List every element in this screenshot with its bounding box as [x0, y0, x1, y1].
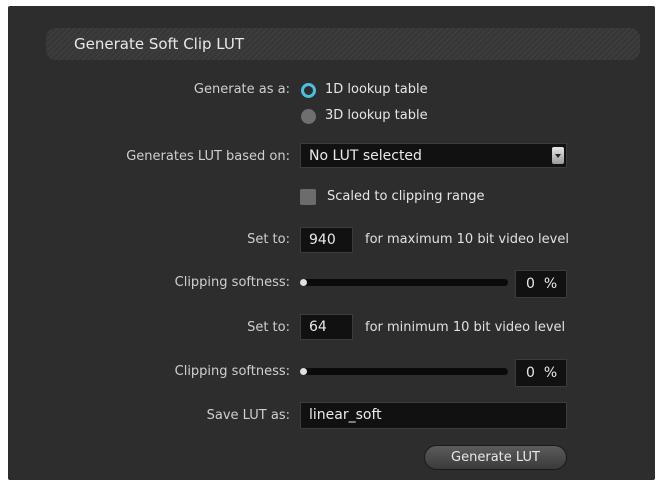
generate-as-label: Generate as a:	[193, 82, 290, 97]
radio-3d-lookup[interactable]	[301, 109, 316, 124]
min-softness-slider-knob[interactable]	[300, 368, 307, 375]
min-set-label: Set to:	[247, 320, 290, 335]
min-level-input[interactable]: 64	[300, 314, 353, 340]
min-softness-label: Clipping softness:	[174, 364, 290, 379]
section-title: Generate Soft Clip LUT	[74, 35, 245, 53]
radio-3d-label[interactable]: 3D lookup table	[325, 108, 428, 123]
min-softness-value-field[interactable]: 0 %	[515, 359, 567, 387]
max-softness-value: 0	[526, 276, 535, 292]
max-softness-unit: %	[543, 276, 558, 292]
max-set-label: Set to:	[247, 232, 290, 247]
max-level-note: for maximum 10 bit video level	[365, 232, 569, 247]
section-header: Generate Soft Clip LUT	[46, 28, 640, 60]
max-softness-slider-knob[interactable]	[300, 279, 307, 286]
max-softness-label: Clipping softness:	[174, 275, 290, 290]
min-softness-slider[interactable]	[300, 368, 508, 375]
min-softness-unit: %	[543, 365, 558, 381]
scaled-checkbox-label[interactable]: Scaled to clipping range	[327, 189, 484, 204]
min-level-note: for minimum 10 bit video level	[365, 320, 566, 335]
scaled-checkbox[interactable]	[300, 189, 316, 205]
generate-lut-button[interactable]: Generate LUT	[424, 445, 567, 470]
max-softness-value-field[interactable]: 0 %	[515, 270, 567, 298]
save-as-label: Save LUT as:	[206, 408, 290, 423]
max-level-input[interactable]: 940	[300, 227, 353, 253]
chevron-down-icon[interactable]	[552, 147, 564, 164]
lut-select[interactable]: No LUT selected	[300, 143, 567, 168]
radio-1d-lookup[interactable]	[301, 83, 316, 98]
save-name-input[interactable]: linear_soft	[300, 402, 567, 429]
radio-1d-label[interactable]: 1D lookup table	[325, 82, 428, 97]
based-on-label: Generates LUT based on:	[126, 149, 290, 164]
min-softness-value: 0	[526, 365, 535, 381]
max-softness-slider[interactable]	[300, 279, 508, 286]
lut-select-value: No LUT selected	[309, 148, 422, 164]
